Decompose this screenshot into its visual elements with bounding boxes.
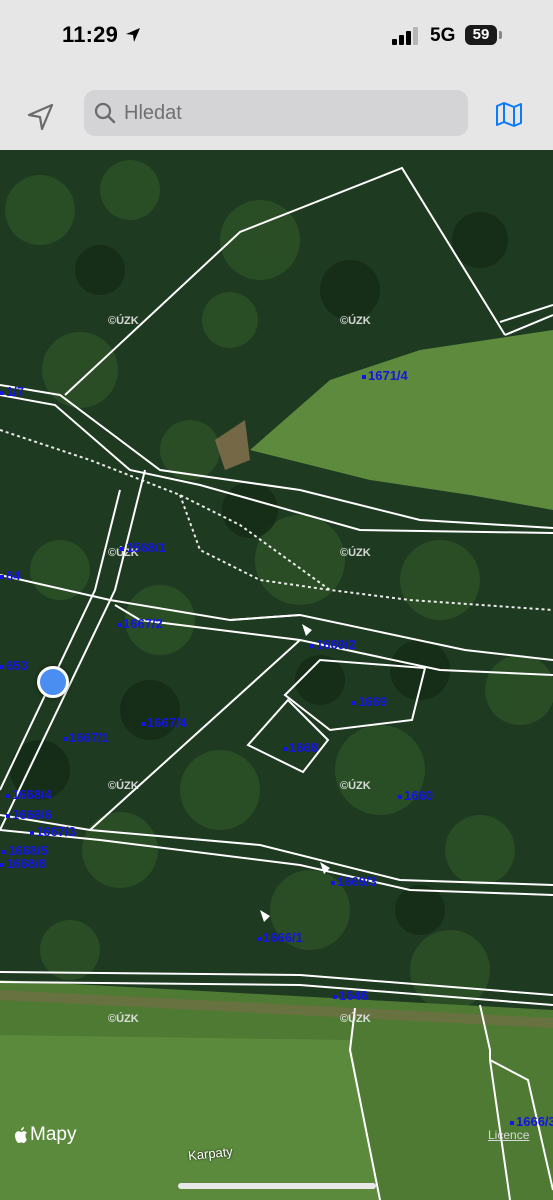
- parcel-label[interactable]: 1667/3: [30, 824, 76, 839]
- parcel-label[interactable]: 1660: [398, 788, 433, 803]
- apple-logo-icon: [15, 1127, 27, 1143]
- cadastre-watermark: ©ÚZK: [340, 1013, 371, 1025]
- location-services-icon: [126, 28, 140, 42]
- parcel-label[interactable]: 1568/1: [120, 540, 166, 555]
- battery-tip: [499, 31, 502, 39]
- parcel-label[interactable]: 1666/1: [257, 930, 303, 945]
- search-bar[interactable]: [84, 90, 468, 136]
- network-type: 5G: [430, 25, 456, 46]
- parcel-label[interactable]: 1667/4: [141, 715, 187, 730]
- parcel-label[interactable]: 1646: [333, 988, 368, 1003]
- cadastre-watermark: ©ÚZK: [340, 780, 371, 792]
- current-location-dot[interactable]: [37, 666, 69, 698]
- parcel-label[interactable]: 653: [0, 658, 28, 673]
- parcel-label[interactable]: 1/7: [0, 384, 24, 399]
- map-icon[interactable]: [494, 99, 524, 129]
- signal-strength-icon: [392, 27, 418, 45]
- parcel-label[interactable]: 1669/3: [331, 874, 377, 889]
- cadastre-watermark: ©ÚZK: [108, 780, 139, 792]
- parcel-label[interactable]: 1668: [283, 740, 318, 755]
- parcel-label[interactable]: 1668/4: [6, 787, 52, 802]
- cadastre-watermark: ©ÚZK: [340, 315, 371, 327]
- home-indicator[interactable]: [178, 1183, 376, 1189]
- battery-icon: 59: [465, 24, 503, 46]
- attribution-text: Mapy: [30, 1124, 77, 1145]
- map-imagery: [0, 150, 553, 1200]
- cadastre-watermark: ©ÚZK: [340, 547, 371, 559]
- parcel-label[interactable]: 1668/6: [6, 807, 52, 822]
- attribution: Mapy: [14, 1124, 76, 1146]
- cadastre-watermark: ©ÚZK: [108, 315, 139, 327]
- parcel-label[interactable]: 1666/3: [510, 1114, 553, 1129]
- status-bar: 11:29 5G 59: [0, 0, 553, 75]
- parcel-label[interactable]: 64: [0, 568, 20, 583]
- location-arrow-icon[interactable]: [26, 102, 56, 132]
- search-input[interactable]: [124, 90, 454, 136]
- battery-level: 59: [465, 25, 497, 45]
- status-time: 11:29: [62, 22, 119, 47]
- parcel-label[interactable]: 1668/8: [0, 856, 46, 871]
- parcel-label[interactable]: 1669: [352, 694, 387, 709]
- map-toolbar: [0, 75, 553, 150]
- satellite-map[interactable]: ©ÚZK ©ÚZK ©ÚZK ©ÚZK ©ÚZK ©ÚZK ©ÚZK ©ÚZK …: [0, 150, 553, 1200]
- parcel-label[interactable]: 1667/1: [63, 730, 109, 745]
- parcel-label[interactable]: 1669/2: [310, 637, 356, 652]
- search-icon: [94, 102, 116, 124]
- parcel-label[interactable]: 1671/4: [362, 368, 408, 383]
- parcel-label[interactable]: 1667/2: [117, 616, 163, 631]
- cadastre-watermark: ©ÚZK: [108, 1013, 139, 1025]
- licence-link[interactable]: Licence: [488, 1128, 529, 1142]
